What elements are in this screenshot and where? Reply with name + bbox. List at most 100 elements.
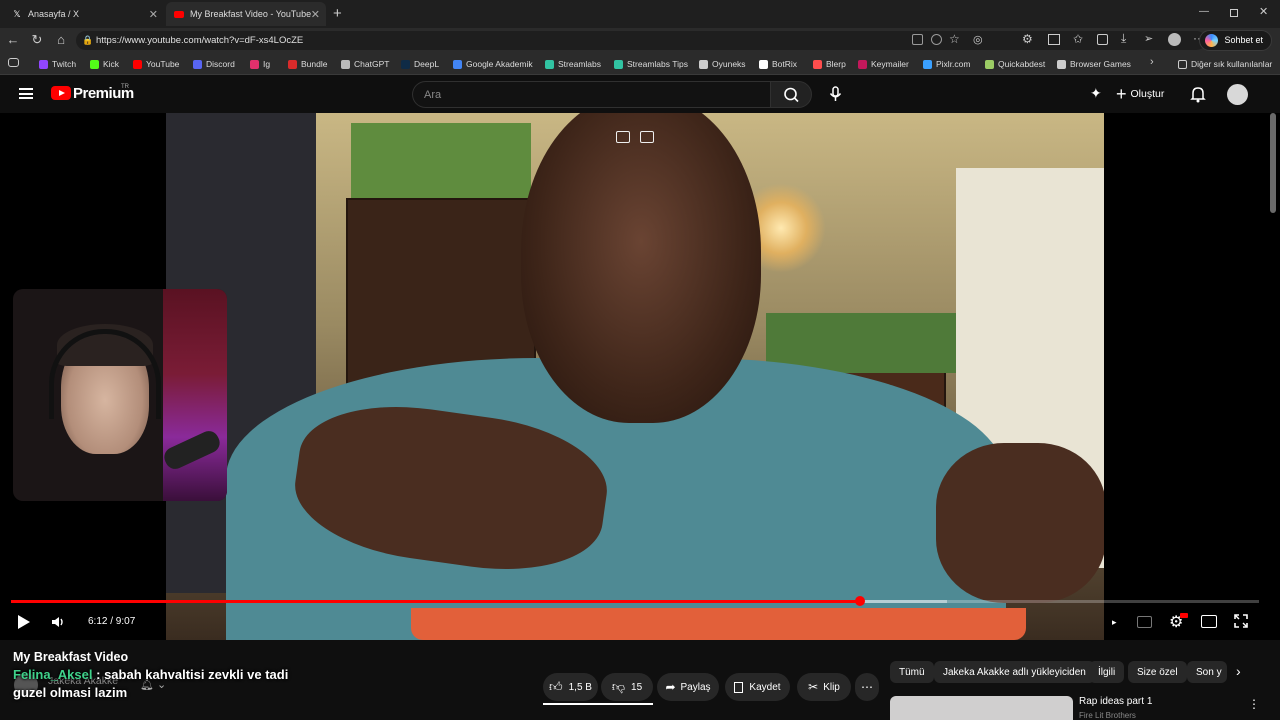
video-player[interactable] — [0, 113, 1280, 640]
account-avatar[interactable] — [1227, 84, 1248, 105]
minimize-button[interactable]: — — [1199, 6, 1209, 17]
chat-separator: : — [92, 667, 105, 682]
favorite-star-icon[interactable]: ☆ — [949, 32, 960, 46]
chips-next-chevron-icon[interactable]: › — [1236, 663, 1241, 679]
subtitles-icon[interactable] — [1137, 616, 1152, 628]
bookmark-favicon-icon — [288, 59, 297, 69]
theater-mode-icon[interactable] — [1201, 615, 1217, 628]
bookmark-item[interactable]: Twitch — [39, 58, 76, 70]
progress-bar[interactable] — [11, 596, 1259, 606]
recommended-menu-icon[interactable]: ⋮ — [1248, 697, 1260, 711]
x-logo-icon: 𝕏 — [13, 8, 21, 19]
bookmark-item[interactable]: Google Akademik — [453, 58, 533, 70]
volume-icon[interactable] — [50, 614, 66, 630]
bookmarks-bar: Twitch Kick YouTube Discord Ig Bundle ChatGPT D… — [0, 53, 1280, 75]
bookmark-item[interactable]: DeepL — [401, 58, 439, 70]
bookmark-icon — [734, 681, 744, 693]
tab-x[interactable]: 𝕏 Anasayfa / X ✕ — [4, 2, 164, 26]
bookmark-item[interactable]: Streamlabs Tips — [614, 58, 688, 70]
voice-search-button[interactable] — [822, 81, 849, 108]
next-icon[interactable]: ▸ — [1112, 617, 1128, 633]
search-input[interactable] — [412, 81, 770, 108]
recommended-title[interactable]: Rap ideas part 1 — [1079, 696, 1152, 707]
bookmark-item[interactable]: ChatGPT — [341, 58, 389, 70]
hamburger-menu-icon[interactable] — [19, 88, 33, 99]
bookmark-item[interactable]: Blerp — [813, 58, 846, 70]
video-frame[interactable] — [166, 113, 1104, 640]
back-icon[interactable]: ← — [5, 32, 21, 48]
other-bookmarks-label: Diğer sık kullanılanlar — [1191, 59, 1273, 69]
bookmark-favicon-icon — [858, 59, 867, 69]
bookmark-item[interactable]: Ig — [250, 58, 270, 70]
bookmark-item[interactable]: Oyuneks — [699, 58, 746, 70]
favorites-icon[interactable]: ✩ — [1073, 32, 1083, 46]
bookmark-item[interactable]: BotRix — [759, 58, 797, 70]
more-bookmarks-chevron-icon[interactable]: › — [1150, 56, 1154, 68]
close-window-button[interactable]: ✕ — [1259, 5, 1268, 18]
save-button[interactable]: Kaydet — [725, 673, 790, 701]
games-icon[interactable]: ◎ — [973, 33, 983, 46]
lock-icon: 🔒 — [82, 35, 94, 45]
bookmark-item[interactable]: Keymailer — [858, 58, 909, 70]
bookmark-item[interactable]: Discord — [193, 58, 235, 70]
picture-in-picture-icon[interactable] — [616, 131, 630, 143]
notifications-bell-icon[interactable] — [1188, 84, 1208, 104]
filter-chip[interactable]: İlgili — [1089, 661, 1125, 683]
dislike-button[interactable]: 👎︎ 15 — [601, 673, 653, 701]
page-scrollbar[interactable] — [1270, 113, 1276, 213]
bookmark-label: Ig — [263, 59, 271, 69]
home-icon[interactable]: ⌂ — [53, 32, 69, 48]
play-icon[interactable] — [18, 615, 30, 629]
scrubber-handle[interactable] — [854, 596, 865, 606]
tab-label: My Breakfast Video - YouTube — [190, 9, 312, 19]
close-tab-icon[interactable]: ✕ — [311, 8, 320, 21]
bookmark-favicon-icon — [813, 59, 822, 69]
more-actions-button[interactable]: ⋯ — [855, 673, 879, 701]
save-label: Kaydet — [749, 681, 781, 693]
notes-icon[interactable] — [640, 131, 654, 143]
refresh-icon[interactable]: ↻ — [29, 32, 45, 48]
filter-chip[interactable]: Son y — [1187, 661, 1227, 683]
recommended-thumbnail[interactable] — [890, 696, 1073, 720]
bookmark-item[interactable]: Kick — [90, 58, 119, 70]
bookmark-item[interactable]: Browser Games — [1057, 58, 1131, 70]
search-button[interactable] — [770, 81, 812, 108]
bookmark-item[interactable]: YouTube — [133, 58, 179, 70]
bookmark-item[interactable]: Streamlabs — [545, 58, 601, 70]
collections-icon[interactable] — [1097, 34, 1108, 45]
clip-button[interactable]: ✂ Klip — [797, 673, 851, 701]
recommended-channel: Fire Lit Brothers — [1079, 711, 1136, 720]
copilot-chat-button[interactable]: Sohbet et — [1199, 30, 1272, 51]
profile-icon[interactable] — [1168, 33, 1181, 46]
bookmark-label: Streamlabs — [558, 59, 601, 69]
fullscreen-icon[interactable] — [1233, 613, 1249, 629]
bookmark-label: YouTube — [146, 59, 180, 69]
tracking-icon[interactable] — [931, 34, 942, 45]
extension-puzzle-icon[interactable]: ✦ — [1090, 85, 1102, 102]
close-tab-icon[interactable]: ✕ — [149, 8, 158, 21]
filter-chip[interactable]: Tümü — [890, 661, 934, 683]
reading-list-icon[interactable] — [8, 58, 19, 67]
split-screen-icon[interactable] — [1048, 34, 1060, 45]
send-icon[interactable]: ➢ — [1144, 32, 1153, 45]
restore-button[interactable] — [1230, 9, 1238, 17]
settings-icon[interactable]: ⚙ — [1022, 32, 1033, 46]
youtube-logo-icon[interactable] — [51, 86, 71, 100]
download-icon[interactable]: ⤓ — [1121, 31, 1126, 46]
like-button[interactable]: 👍︎ 1,5 B — [543, 673, 598, 701]
bookmark-item[interactable]: Bundle — [288, 58, 327, 70]
bookmark-favicon-icon — [39, 59, 48, 69]
address-bar-row: ← ↻ ⌂ 🔒 https://www.youtube.com/watch?v=… — [0, 28, 1280, 53]
filter-chip[interactable]: Size özel — [1128, 661, 1187, 683]
extension-icon[interactable] — [912, 34, 923, 45]
url-field[interactable]: 🔒 https://www.youtube.com/watch?v=dF-xs4… — [76, 31, 1206, 50]
bookmark-item[interactable]: Quickabdest — [985, 58, 1045, 70]
create-button[interactable]: + Oluştur — [1116, 83, 1164, 105]
tab-youtube[interactable]: My Breakfast Video - YouTube ✕ — [166, 2, 326, 26]
new-tab-button[interactable]: + — [333, 5, 342, 22]
video-scene — [521, 113, 761, 423]
filter-chip[interactable]: Jakeka Akakke adlı yükleyiciden — [934, 661, 1095, 683]
share-button[interactable]: ➦ Paylaş — [657, 673, 719, 701]
other-bookmarks-folder[interactable]: Diğer sık kullanılanlar — [1178, 58, 1272, 70]
bookmark-item[interactable]: Pixlr.com — [923, 58, 970, 70]
